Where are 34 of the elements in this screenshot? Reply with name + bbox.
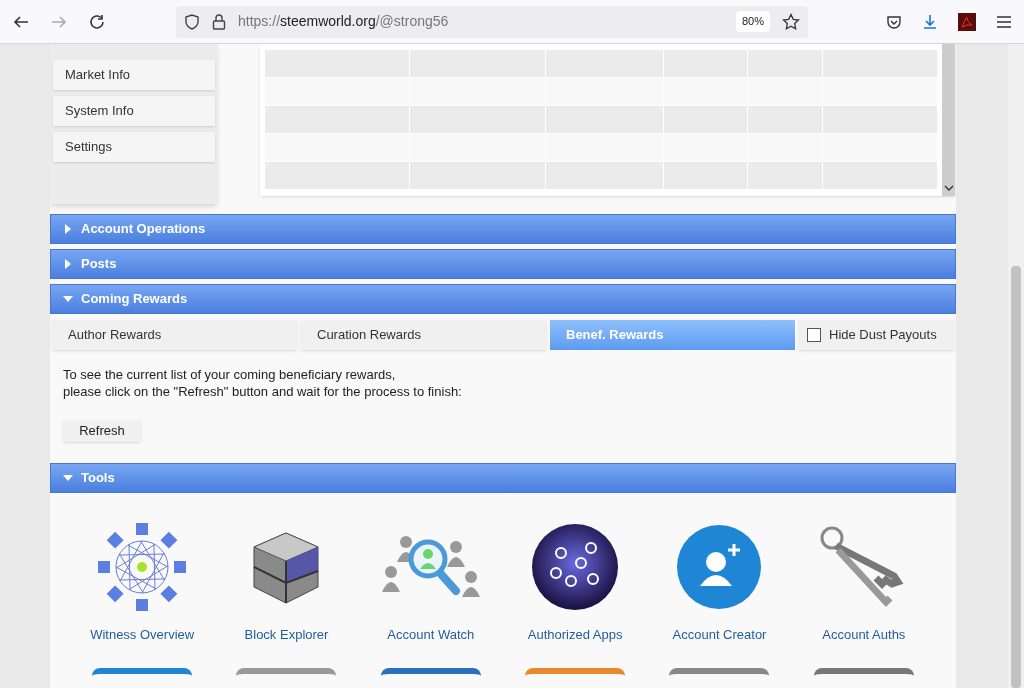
tool-link[interactable]: Block Explorer: [214, 518, 359, 644]
star-icon[interactable]: [782, 12, 800, 31]
address-bar[interactable]: https://steemworld.org/@strong56 80%: [176, 5, 808, 38]
download-icon[interactable]: [922, 13, 938, 30]
caret-right-icon: [63, 224, 73, 234]
reload-icon[interactable]: [88, 12, 106, 31]
caret-down-icon: [63, 472, 73, 483]
tool-link[interactable]: Authorized Apps: [503, 518, 648, 644]
tool-link[interactable]: Account Watch: [358, 518, 503, 644]
info-text: please click on the "Refresh" button and wait for the process to finish:: [63, 383, 463, 400]
url-text: https://steemworld.org/@strong56: [238, 12, 450, 31]
hide-dust-checkbox[interactable]: Hide Dust Payouts: [799, 320, 954, 350]
page-scrollbar[interactable]: [1008, 44, 1024, 688]
refresh-button[interactable]: Refresh: [63, 420, 141, 442]
info-text: To see the current list of your coming beneficiary rewards,: [63, 366, 397, 383]
sidebar-item[interactable]: Settings: [53, 132, 215, 162]
add-user-icon: [676, 523, 763, 610]
sidebar-item[interactable]: Market Info: [53, 60, 215, 90]
chevron-down-icon[interactable]: [943, 184, 954, 192]
lock-icon: [212, 13, 226, 30]
zoom-level[interactable]: 80%: [735, 11, 770, 32]
tool-link[interactable]: Account Creator: [647, 518, 792, 644]
globe-icon: [531, 522, 620, 611]
caret-right-icon: [63, 259, 73, 269]
menu-icon[interactable]: [996, 14, 1012, 29]
caret-down-icon: [63, 294, 73, 304]
pocket-icon[interactable]: [886, 13, 902, 30]
sidebar-item[interactable]: System Info: [53, 96, 215, 126]
tab[interactable]: Author Rewards: [52, 320, 297, 350]
shield-icon: [184, 13, 200, 30]
scrollbar[interactable]: [942, 44, 955, 196]
tab[interactable]: Curation Rewards: [301, 320, 546, 350]
tool-link[interactable]: Account Auths: [791, 518, 936, 644]
tool-link[interactable]: Witness Overview: [70, 518, 215, 644]
